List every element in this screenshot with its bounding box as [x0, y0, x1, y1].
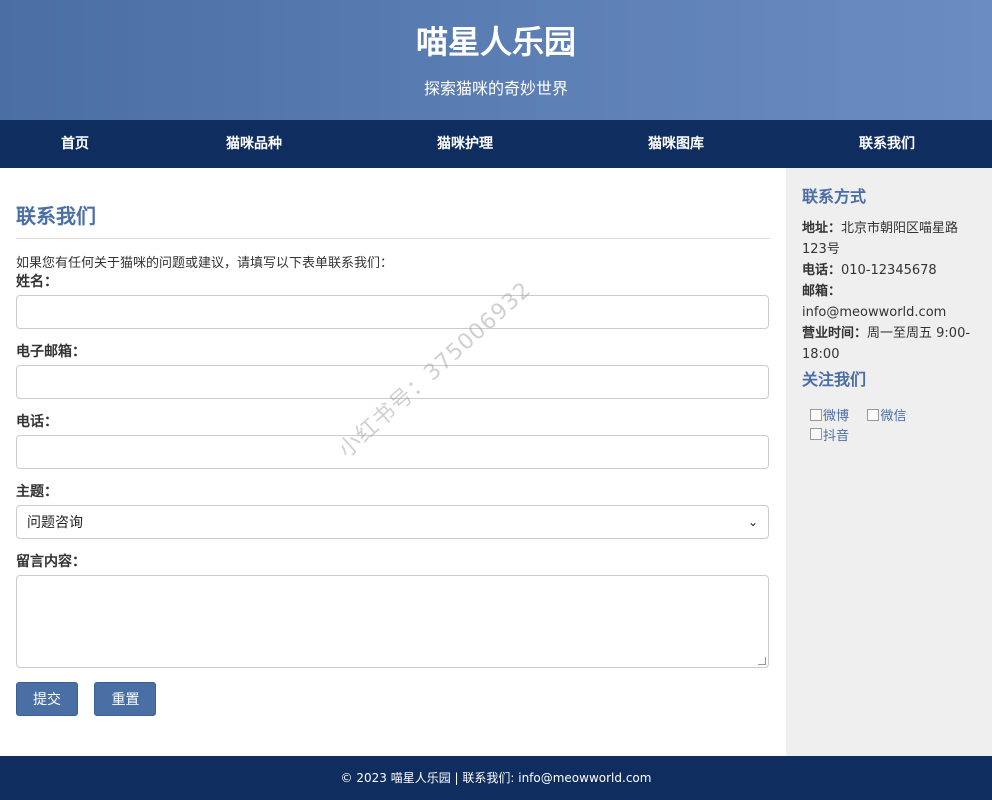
subject-label: 主题： [16, 484, 58, 500]
social-wechat-link[interactable]: 微信 [867, 405, 906, 424]
subject-field-group: 主题： 问题咨询 ⌄ [16, 483, 770, 539]
reset-button[interactable]: 重置 [94, 682, 157, 716]
address-row: 地址：北京市朝阳区喵星路123号 [802, 218, 976, 260]
phone-field-group: 电话： [16, 413, 770, 469]
name-field-group: 姓名： [16, 273, 770, 329]
main-content: 联系我们 如果您有任何关于猫咪的问题或建议，请填写以下表单联系我们： 姓名： 电… [0, 168, 786, 756]
social-weibo-link[interactable]: 微博 [810, 405, 849, 424]
contact-heading: 联系方式 [802, 187, 867, 206]
hours-label: 营业时间： [802, 326, 868, 341]
phone-row: 电话：010-12345678 [802, 260, 976, 281]
social-douyin-label: 抖音 [823, 428, 850, 444]
broken-image-icon [810, 408, 822, 421]
social-weibo-label: 微博 [823, 409, 850, 424]
content-wrap: 联系我们 如果您有任何关于猫咪的问题或建议，请填写以下表单联系我们： 姓名： 电… [0, 168, 992, 756]
main-nav: 首页 猫咪品种 猫咪护理 猫咪图库 联系我们 [0, 120, 992, 168]
site-footer: © 2023 喵星人乐园 | 联系我们: info@meowworld.com [0, 756, 992, 800]
email-field-group: 电子邮箱： [16, 343, 770, 399]
site-subtitle: 探索猫咪的奇妙世界 [423, 79, 568, 98]
social-wechat-label: 微信 [880, 409, 907, 424]
nav-item-breeds[interactable]: 猫咪品种 [226, 120, 282, 168]
email-value: info@meowworld.com [802, 305, 947, 320]
nav-item-contact[interactable]: 联系我们 [859, 120, 915, 168]
footer-text: © 2023 喵星人乐园 | 联系我们: info@meowworld.com [340, 771, 652, 785]
sidebar: 联系方式 地址：北京市朝阳区喵星路123号 电话：010-12345678 邮箱… [786, 168, 992, 756]
resize-handle-icon[interactable] [758, 657, 766, 665]
intro-text: 如果您有任何关于猫咪的问题或建议，请填写以下表单联系我们： [16, 256, 394, 271]
hours-row: 营业时间：周一至周五 9:00-18:00 [802, 323, 976, 365]
subject-select[interactable]: 问题咨询 ⌄ [16, 505, 769, 539]
email-label: 电子邮箱： [16, 344, 86, 360]
nav-item-care[interactable]: 猫咪护理 [437, 120, 493, 168]
broken-image-icon [810, 428, 822, 440]
phone-label: 电话： [16, 414, 58, 430]
social-douyin-link[interactable]: 抖音 [810, 425, 849, 444]
phone-value: 010-12345678 [841, 263, 937, 278]
address-label: 地址： [802, 221, 842, 236]
broken-image-icon [867, 408, 880, 421]
email-label-side: 邮箱： [802, 284, 842, 299]
nav-item-home[interactable]: 首页 [61, 120, 89, 168]
email-row: 邮箱： info@meowworld.com [802, 281, 976, 323]
email-input[interactable] [16, 365, 769, 399]
site-title: 喵星人乐园 [415, 23, 576, 61]
phone-input[interactable] [16, 435, 769, 469]
page-title: 联系我们 [16, 186, 770, 239]
nav-item-gallery[interactable]: 猫咪图库 [648, 120, 704, 168]
social-links: 微博 微信 抖音 [802, 405, 976, 444]
subject-selected-value: 问题咨询 [27, 514, 83, 530]
chevron-down-icon: ⌄ [747, 515, 758, 529]
message-field-group: 留言内容： [16, 553, 770, 668]
message-label: 留言内容： [16, 554, 86, 570]
form-buttons: 提交 重置 [16, 682, 770, 716]
submit-button[interactable]: 提交 [16, 682, 78, 716]
phone-label-side: 电话： [802, 263, 842, 278]
name-input[interactable] [16, 295, 769, 329]
name-label: 姓名： [16, 274, 58, 290]
follow-heading: 关注我们 [802, 370, 867, 389]
message-textarea[interactable] [16, 575, 769, 668]
site-header: 喵星人乐园 探索猫咪的奇妙世界 [0, 0, 992, 120]
